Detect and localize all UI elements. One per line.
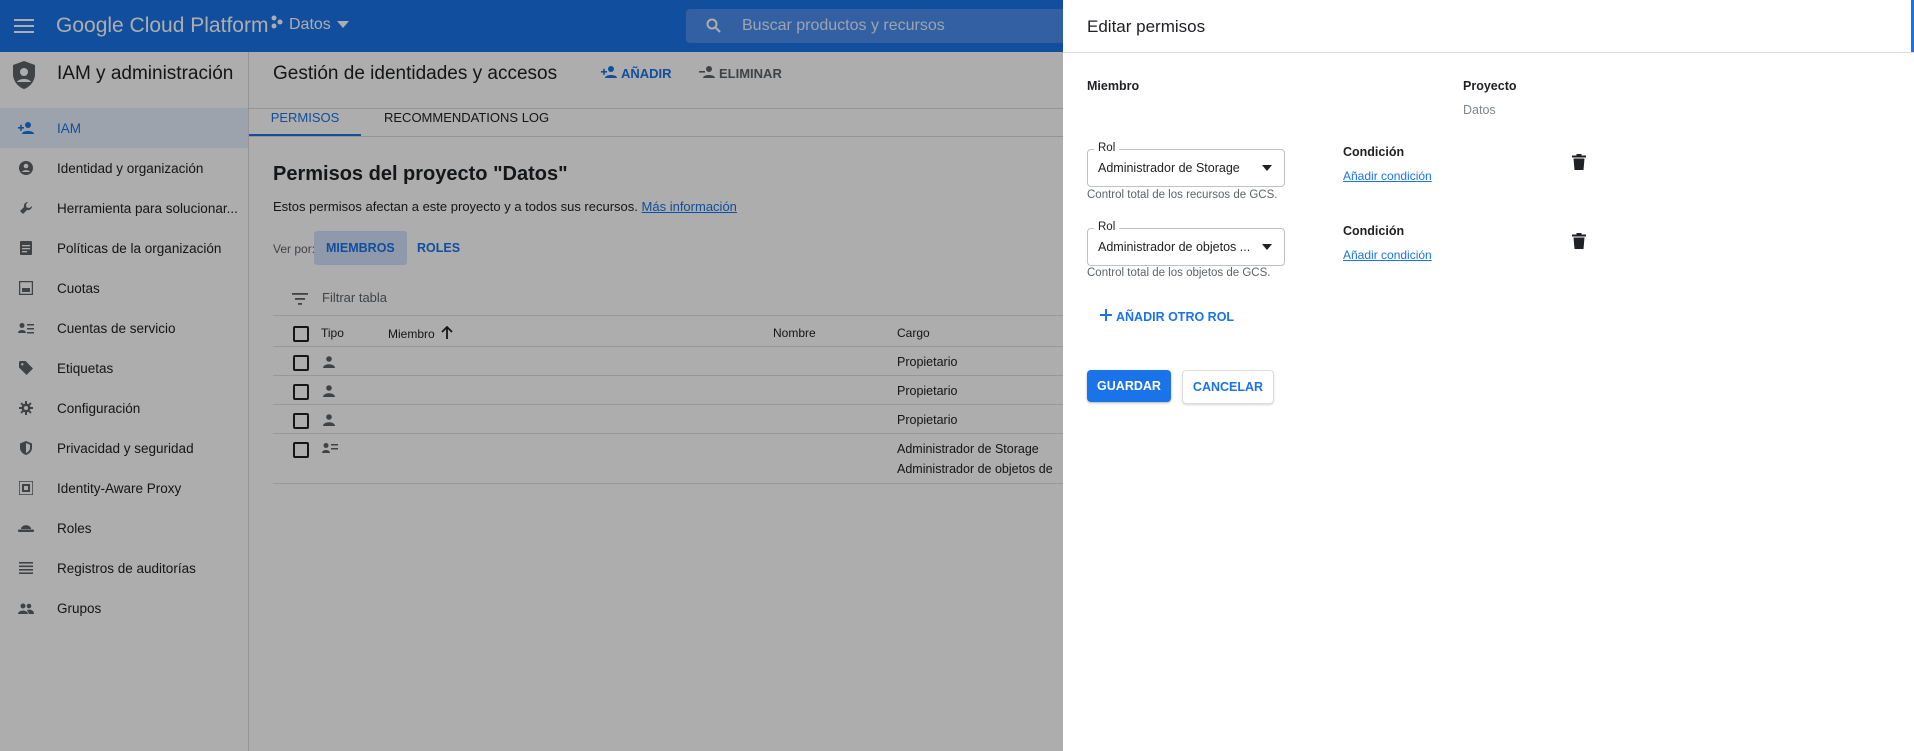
add-condition-link[interactable]: Añadir condición — [1343, 248, 1432, 262]
cancel-button[interactable]: CANCELAR — [1182, 370, 1274, 404]
panel-title: Editar permisos — [1087, 17, 1206, 36]
dropdown-arrow-icon — [1262, 244, 1272, 250]
role-hint: Control total de los recursos de GCS. — [1087, 189, 1278, 201]
role-select-value: Administrador de Storage — [1098, 161, 1240, 175]
role-select-legend: Rol — [1094, 221, 1120, 233]
modal-scrim[interactable] — [0, 0, 1063, 751]
member-label: Miembro — [1087, 79, 1140, 93]
save-button[interactable]: GUARDAR — [1087, 370, 1171, 402]
plus-icon — [1100, 309, 1112, 324]
role-select-2[interactable]: Rol Administrador de objetos ... — [1087, 221, 1285, 266]
project-value: Datos — [1463, 103, 1496, 117]
role-select-legend: Rol — [1094, 142, 1120, 154]
delete-role-icon[interactable] — [1572, 233, 1588, 251]
dropdown-arrow-icon — [1262, 165, 1272, 171]
project-label: Proyecto — [1463, 79, 1517, 93]
add-another-role-button[interactable]: AÑADIR OTRO ROL — [1100, 309, 1234, 324]
condition-label: Condición — [1343, 145, 1405, 159]
condition-label: Condición — [1343, 224, 1405, 238]
role-select-value: Administrador de objetos ... — [1098, 240, 1251, 254]
add-role-label: AÑADIR OTRO ROL — [1116, 309, 1235, 324]
role-hint: Control total de los objetos de GCS. — [1087, 267, 1271, 279]
role-select-1[interactable]: Rol Administrador de Storage — [1087, 142, 1285, 187]
delete-role-icon[interactable] — [1572, 154, 1588, 172]
add-condition-link[interactable]: Añadir condición — [1343, 169, 1432, 183]
